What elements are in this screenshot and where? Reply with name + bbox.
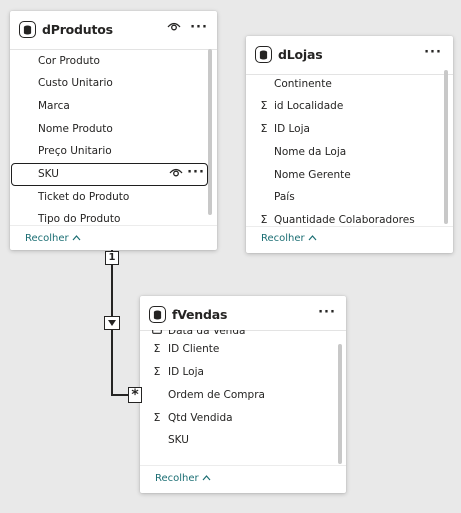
chevron-up-icon [72,233,81,244]
sigma-icon: Σ [153,365,161,378]
relationship-line[interactable] [111,394,129,396]
field-name: id Localidade [274,100,344,112]
field-name: SKU [38,168,59,180]
sigma-icon: Σ [260,122,268,135]
cardinality-one-label: 1 [108,252,116,263]
field-item[interactable]: Σ Qtd Vendida [140,407,346,429]
field-item-selected[interactable]: SKU ··· [11,163,208,186]
field-name: ID Cliente [168,343,220,355]
table-header[interactable]: dLojas ··· [246,36,453,75]
sigma-icon: Σ [153,342,161,355]
sigma-icon: Σ [260,213,268,225]
collapse-label: Recolher [155,473,199,484]
field-item[interactable]: Marca [10,95,217,117]
field-item[interactable]: Continente [246,73,453,95]
sigma-icon: Σ [153,411,161,424]
field-item[interactable]: Ticket do Produto [10,186,217,208]
sigma-icon: Σ [260,99,268,112]
field-name: ID Loja [168,366,204,378]
table-icon [255,46,272,63]
field-list: Cor Produto Custo Unitario Marca Nome Pr… [10,50,217,228]
cardinality-many-label: * [131,387,139,403]
chevron-up-icon [202,473,211,484]
field-name: SKU [168,434,189,446]
collapse-label: Recolher [25,233,69,244]
field-item[interactable]: Σ Quantidade Colaboradores [246,209,453,225]
field-name: Ticket do Produto [38,191,130,203]
table-card-fvendas[interactable]: fVendas ··· Data da Venda Σ ID Cliente ΣI… [140,296,346,493]
collapse-button[interactable]: Recolher [25,233,81,244]
scrollbar[interactable] [338,344,342,464]
field-list: Data da Venda Σ ID Cliente Σ ID Loja Ordem… [140,330,346,460]
field-item[interactable]: Cor Produto [10,50,217,72]
collapse-label: Recolher [261,233,305,244]
field-name: Ordem de Compra [168,389,265,401]
field-item[interactable]: País [246,186,453,208]
more-options-icon[interactable]: ··· [187,165,205,183]
field-name: Nome Produto [38,123,113,135]
field-name: Nome da Loja [274,146,347,158]
field-item[interactable]: Nome Gerente [246,164,453,186]
scrollbar[interactable] [208,49,212,215]
table-header[interactable]: dProdutos ··· [10,11,217,50]
field-item[interactable]: Σ ID Loja [140,361,346,383]
collapse-button[interactable]: Recolher [155,473,211,484]
field-name: Preço Unitario [38,145,112,157]
more-options-icon[interactable]: ··· [424,45,442,63]
more-options-icon[interactable]: ··· [318,305,336,323]
collapse-button[interactable]: Recolher [261,233,317,244]
field-item[interactable]: Σ ID Loja [246,118,453,140]
field-name: Custo Unitario [38,77,113,89]
divider [10,225,217,226]
cardinality-one-badge: 1 [105,251,119,265]
eye-icon[interactable] [165,20,183,38]
field-name: ID Loja [274,123,310,135]
field-item[interactable]: SKU [140,429,346,451]
divider [246,226,453,227]
more-options-icon[interactable]: ··· [190,20,208,38]
chevron-up-icon [308,233,317,244]
field-name: Qtd Vendida [168,412,233,424]
table-title: dLojas [278,47,323,62]
field-item[interactable]: Preço Unitario [10,140,217,162]
field-item[interactable]: Σ ID Cliente [140,338,346,360]
scrollbar[interactable] [444,70,448,224]
field-item[interactable]: Ordem de Compra [140,384,346,406]
field-item[interactable]: Nome Produto [10,118,217,140]
field-item[interactable]: Σid Localidade [246,95,453,117]
field-name: Marca [38,100,70,112]
field-name: Continente [274,78,332,90]
table-title: dProdutos [42,22,113,37]
cardinality-many-badge: * [128,387,142,403]
field-name: Nome Gerente [274,169,351,181]
divider [140,465,346,466]
table-title: fVendas [172,307,228,322]
table-card-dprodutos[interactable]: dProdutos ··· Cor Produto Custo Unitario… [10,11,217,250]
eye-icon[interactable] [167,166,185,184]
triangle-down-icon[interactable] [104,316,120,330]
table-header[interactable]: fVendas ··· [140,298,346,331]
table-icon [149,306,166,323]
field-item[interactable]: Custo Unitario [10,72,217,94]
field-name: Quantidade Colaboradores [274,214,415,225]
table-card-dlojas[interactable]: dLojas ··· Continente Σid Localidade Σ ID… [246,36,453,253]
field-item[interactable]: Nome da Loja [246,141,453,163]
field-list: Continente Σid Localidade Σ ID Loja Nome … [246,73,453,225]
field-name: Cor Produto [38,55,100,67]
table-icon [19,21,36,38]
field-name: País [274,191,295,203]
